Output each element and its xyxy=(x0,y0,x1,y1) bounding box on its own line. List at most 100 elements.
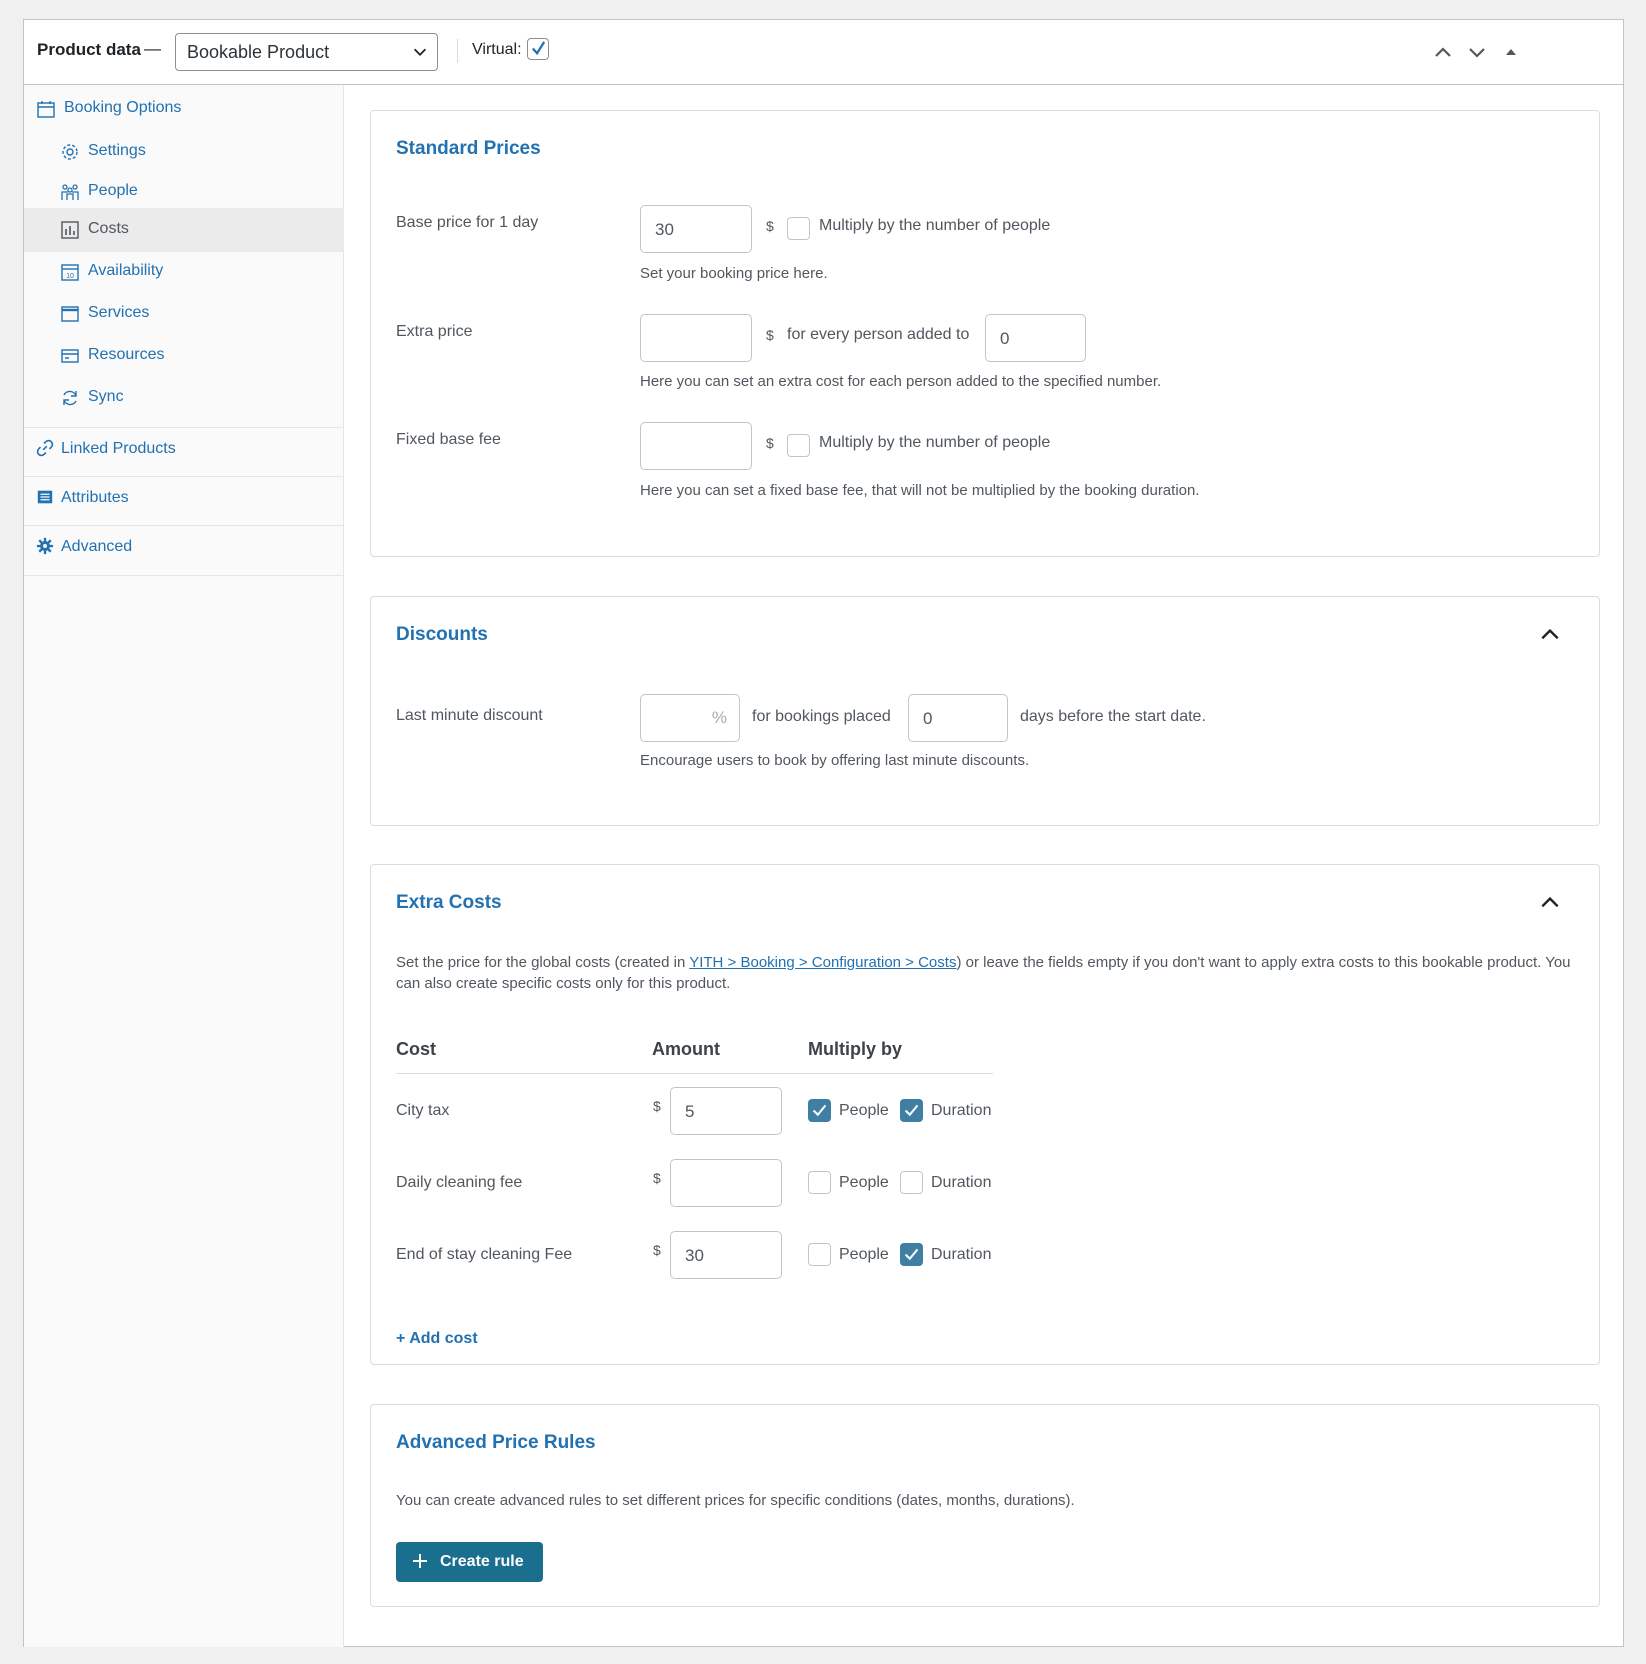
chevron-up-icon[interactable] xyxy=(1539,892,1561,914)
svg-text:10: 10 xyxy=(66,273,74,280)
discount-percent-input[interactable]: % xyxy=(640,694,740,742)
title-dash: — xyxy=(144,39,161,58)
people-checkbox[interactable] xyxy=(808,1171,831,1194)
cost-amount-input[interactable]: 30 xyxy=(670,1231,782,1279)
move-up-icon[interactable] xyxy=(1431,40,1455,64)
extra-price-input[interactable] xyxy=(640,314,752,362)
tab-services[interactable]: Services xyxy=(24,292,344,336)
tab-label: Linked Products xyxy=(61,440,176,457)
col-amount: Amount xyxy=(652,1039,720,1059)
create-rule-button[interactable]: Create rule xyxy=(396,1542,543,1582)
fixed-fee-help: Here you can set a fixed base fee, that … xyxy=(640,482,1200,499)
currency-symbol: $ xyxy=(653,1170,661,1186)
gear-icon xyxy=(62,144,78,160)
fixed-fee-multiply-checkbox[interactable] xyxy=(787,434,810,457)
list-icon xyxy=(37,490,53,504)
discounts-section: Discounts Last minute discount % for boo… xyxy=(370,596,1600,826)
col-cost: Cost xyxy=(396,1039,436,1059)
people-icon xyxy=(61,184,79,200)
product-type-select[interactable]: Bookable Product xyxy=(175,33,438,71)
checkmark-icon xyxy=(904,1104,919,1117)
people-checkbox[interactable] xyxy=(808,1099,831,1122)
collapse-triangle-icon[interactable] xyxy=(1499,40,1523,64)
virtual-label: Virtual: xyxy=(472,41,522,58)
people-checkbox[interactable] xyxy=(808,1243,831,1266)
people-label: People xyxy=(839,1174,889,1191)
plus-icon xyxy=(413,1554,427,1568)
cost-amount-input[interactable]: 5 xyxy=(670,1087,782,1135)
duration-label: Duration xyxy=(931,1174,992,1191)
every-person-input[interactable]: 0 xyxy=(985,314,1086,362)
checkmark-icon xyxy=(904,1248,919,1261)
section-title: Advanced Price Rules xyxy=(396,1432,596,1453)
duration-label: Duration xyxy=(931,1102,992,1119)
currency-symbol: $ xyxy=(653,1242,661,1258)
card-icon xyxy=(61,349,79,363)
tab-label: Settings xyxy=(88,142,146,159)
duration-checkbox[interactable] xyxy=(900,1243,923,1266)
tab-availability[interactable]: 10 Availability xyxy=(24,250,344,294)
chevron-up-icon[interactable] xyxy=(1539,624,1561,646)
every-person-label: for every person added to xyxy=(787,326,970,343)
sync-icon xyxy=(63,390,77,406)
currency-symbol: $ xyxy=(766,218,774,234)
tab-label: Attributes xyxy=(61,489,129,506)
extra-price-help: Here you can set an extra cost for each … xyxy=(640,373,1162,390)
extra-price-label: Extra price xyxy=(396,323,473,340)
duration-checkbox[interactable] xyxy=(900,1171,923,1194)
tab-settings[interactable]: Settings xyxy=(24,130,344,174)
product-data-panel: Product data — Bookable Product Virtual:… xyxy=(23,19,1624,1647)
window-icon xyxy=(61,306,79,322)
duration-checkbox[interactable] xyxy=(900,1099,923,1122)
multiply-people-label: Multiply by the number of people xyxy=(819,434,1051,451)
virtual-checkbox[interactable] xyxy=(527,38,549,60)
tab-advanced[interactable]: Advanced xyxy=(24,526,344,570)
standard-prices-section: Standard Prices Base price for 1 day 30 … xyxy=(370,110,1600,557)
currency-symbol: $ xyxy=(766,435,774,451)
percent-sign: % xyxy=(711,708,727,727)
tab-costs[interactable]: Costs xyxy=(24,208,344,252)
cost-name: Daily cleaning fee xyxy=(396,1174,523,1191)
section-title: Standard Prices xyxy=(396,138,541,159)
cog-icon xyxy=(36,537,54,555)
move-down-icon[interactable] xyxy=(1465,40,1489,64)
people-label: People xyxy=(839,1246,889,1263)
fixed-fee-input[interactable] xyxy=(640,422,752,470)
multiply-people-checkbox[interactable] xyxy=(787,217,810,240)
duration-label: Duration xyxy=(931,1246,992,1263)
currency-symbol: $ xyxy=(653,1098,661,1114)
tab-sync[interactable]: Sync xyxy=(24,376,344,420)
tab-label: Availability xyxy=(88,262,164,279)
tab-label: Advanced xyxy=(61,538,133,555)
checkmark-icon xyxy=(812,1104,827,1117)
days-before-label: days before the start date. xyxy=(1020,708,1206,725)
tab-label: Services xyxy=(88,304,150,321)
cost-amount-input[interactable] xyxy=(670,1159,782,1207)
tab-label: Resources xyxy=(88,346,165,363)
extra-costs-description: Set the price for the global costs (crea… xyxy=(396,952,1576,994)
base-price-input[interactable]: 30 xyxy=(640,205,752,253)
header-separator xyxy=(457,39,458,63)
discount-days-input[interactable]: 0 xyxy=(908,694,1008,742)
costs-config-link[interactable]: YITH > Booking > Configuration > Costs xyxy=(689,954,956,971)
calendar-day-icon: 10 xyxy=(61,264,79,281)
tab-resources[interactable]: Resources xyxy=(24,334,344,378)
tab-linked-products[interactable]: Linked Products xyxy=(24,428,344,472)
col-multiply: Multiply by xyxy=(808,1039,902,1059)
panel-header: Product data — Bookable Product Virtual: xyxy=(24,20,1623,85)
section-title: Discounts xyxy=(396,624,488,645)
sidebar-divider xyxy=(24,575,344,576)
fixed-fee-label: Fixed base fee xyxy=(396,431,501,448)
bookings-placed-label: for bookings placed xyxy=(752,708,891,725)
advanced-rules-description: You can create advanced rules to set dif… xyxy=(396,1492,1075,1509)
cost-name: City tax xyxy=(396,1102,450,1119)
tab-attributes[interactable]: Attributes xyxy=(24,477,344,521)
tab-booking-options[interactable]: Booking Options xyxy=(24,87,344,131)
product-type-value: Bookable Product xyxy=(187,42,330,62)
currency-symbol: $ xyxy=(766,327,774,343)
base-price-help: Set your booking price here. xyxy=(640,265,828,282)
last-minute-label: Last minute discount xyxy=(396,707,543,724)
add-cost-link[interactable]: + Add cost xyxy=(396,1330,478,1348)
people-label: People xyxy=(839,1102,889,1119)
base-price-label: Base price for 1 day xyxy=(396,214,539,231)
